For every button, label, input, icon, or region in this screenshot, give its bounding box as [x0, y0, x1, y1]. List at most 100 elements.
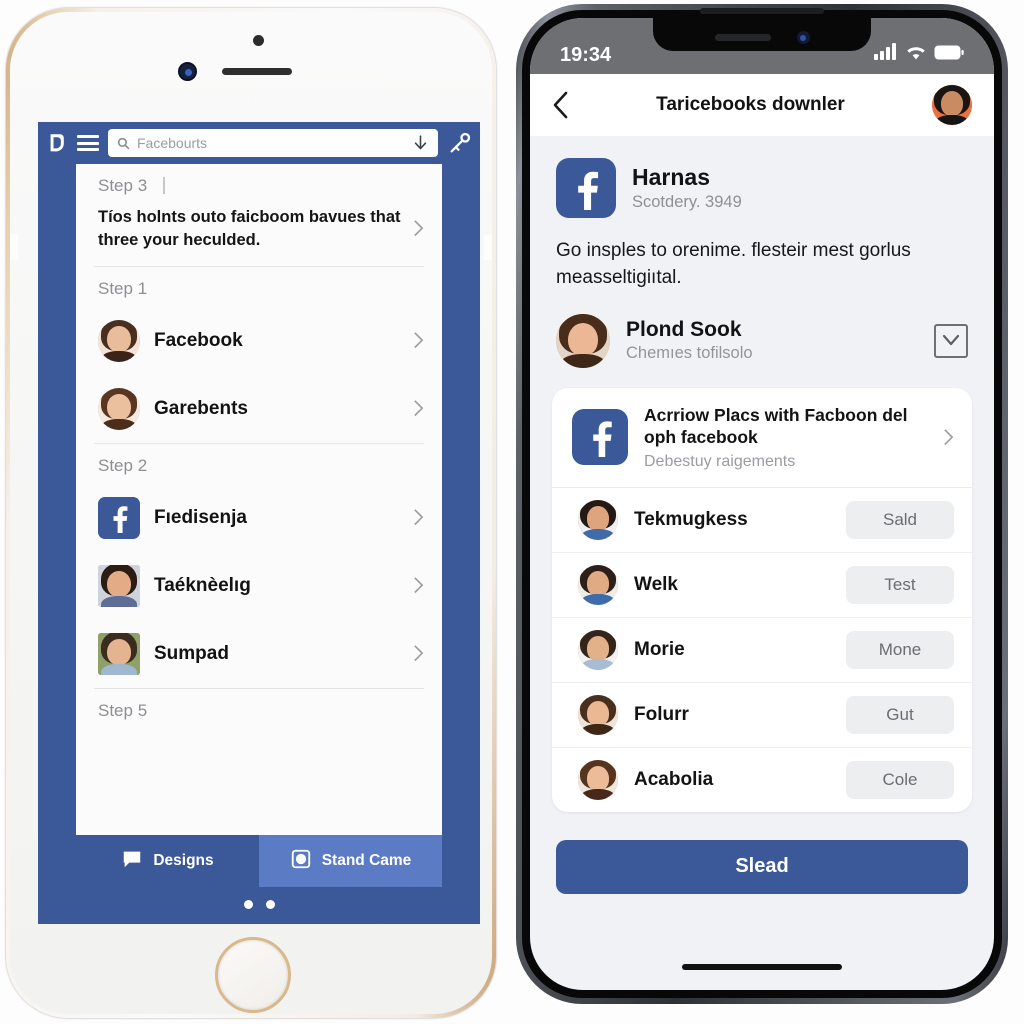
list-item-label: Garebents [154, 397, 248, 419]
right-phone-screen: 19:34 Taricebooks downler Harnas Scotder… [530, 18, 994, 990]
page-indicator-dots [38, 900, 480, 909]
chevron-left-icon[interactable] [552, 91, 569, 119]
list-item[interactable]: Sumpad [76, 620, 442, 688]
facebook-topbar: Facebourts [38, 122, 480, 164]
avatar [578, 564, 618, 605]
section-header-step-3: Step 3 [76, 164, 442, 204]
search-placeholder-text: Facebourts [137, 135, 208, 151]
row-action-button[interactable]: Mone [846, 630, 954, 669]
profile-avatar[interactable] [932, 85, 972, 125]
chevron-right-icon [413, 644, 424, 663]
facebook-content-panel: Step 3 Tíos holnts outo faicboom bavues … [76, 164, 442, 887]
left-phone-device: Facebourts Step 3 Tíos holnts outo faicb… [6, 8, 496, 1018]
row-action-button[interactable]: Sald [846, 500, 954, 539]
key-icon[interactable] [447, 131, 472, 156]
dual-phone-mockup: Facebourts Step 3 Tíos holnts outo faicb… [0, 0, 1024, 1024]
antenna-band [484, 234, 492, 260]
section-header-step-2: Step 2 [98, 455, 148, 475]
left-phone-body: Facebourts Step 3 Tíos holnts outo faicb… [10, 12, 492, 1014]
cellular-signal-icon [874, 43, 898, 65]
person-row[interactable]: Plond Sook Chemıes tofilsolo [530, 298, 994, 388]
promo-row[interactable]: Tíos holnts outo faicboom bavues that th… [76, 204, 442, 266]
chevron-right-icon [943, 428, 954, 447]
table-row[interactable]: Folurr Gut [552, 683, 972, 748]
list-item-label: Facebook [154, 329, 243, 351]
row-action-button[interactable]: Gut [846, 695, 954, 734]
table-row[interactable]: Acabolia Cole [552, 748, 972, 812]
table-row[interactable]: Tekmugkess Sald [552, 488, 972, 553]
card-header[interactable]: Acrriow Placs with Facboon del oph faceb… [552, 388, 972, 488]
earpiece-speaker [222, 68, 292, 75]
row-name: Tekmugkess [634, 508, 748, 530]
person-subtitle: Chemıes tofilsolo [626, 344, 753, 363]
earpiece-speaker [700, 8, 824, 14]
facebook-app-icon [98, 496, 140, 539]
avatar [578, 759, 618, 800]
status-indicators [874, 43, 964, 65]
home-button[interactable] [215, 937, 291, 1013]
chat-bubble-icon [121, 848, 143, 875]
search-input[interactable]: Facebourts [108, 129, 438, 157]
front-camera-icon [796, 31, 810, 44]
app-header: Harnas Scotdery. 3949 [530, 136, 994, 222]
avatar [578, 629, 618, 670]
page-dot[interactable] [243, 900, 253, 909]
list-item[interactable]: Taéknèelıg [76, 552, 442, 620]
list-item[interactable]: Garebents [76, 375, 442, 443]
download-arrow-icon[interactable] [412, 134, 429, 153]
hamburger-menu-icon[interactable] [77, 135, 99, 151]
chevron-right-icon [413, 331, 424, 350]
row-name: Folurr [634, 703, 689, 725]
primary-cta-button[interactable]: Slead [556, 839, 968, 894]
person-name: Plond Sook [626, 318, 742, 342]
avatar [98, 387, 140, 430]
row-name: Welk [634, 573, 679, 595]
chevron-right-icon [413, 399, 424, 418]
facebook-logo-icon[interactable] [46, 132, 68, 154]
section-header-step-5: Step 5 [98, 700, 148, 720]
avatar [578, 694, 618, 735]
related-app-card: Acrriow Placs with Facboon del oph faceb… [552, 387, 972, 812]
chevron-right-icon [413, 576, 424, 595]
battery-icon [934, 45, 964, 65]
status-time: 19:34 [560, 44, 612, 66]
table-row[interactable]: Welk Test [552, 553, 972, 618]
left-phone-screen: Facebourts Step 3 Tíos holnts outo faicb… [38, 122, 480, 924]
text-cursor [163, 177, 166, 194]
avatar [98, 632, 140, 675]
chevron-right-icon [413, 508, 424, 527]
promo-text: Tíos holnts outo faicboom bavues that th… [98, 208, 401, 249]
camera-shutter-icon [290, 848, 312, 875]
avatar [556, 313, 610, 368]
tab-designs[interactable]: Designs [76, 835, 259, 887]
earpiece-icon [714, 34, 771, 41]
wifi-icon [905, 43, 927, 65]
row-action-button[interactable]: Test [846, 565, 954, 604]
app-detail-content: Harnas Scotdery. 3949 Go insples to oren… [530, 136, 994, 894]
app-subtitle: Scotdery. 3949 [632, 193, 742, 211]
page-dot[interactable] [265, 900, 275, 909]
card-header-text: Acrriow Placs with Facboon del oph faceb… [644, 404, 927, 471]
list-item-label: Sumpad [154, 642, 229, 664]
list-item[interactable]: Fıedisenja [76, 484, 442, 552]
search-icon [117, 137, 130, 150]
avatar [98, 319, 140, 362]
tab-label: Stand Came [321, 852, 412, 869]
navigation-bar: Taricebooks downler [530, 74, 994, 136]
checkbox-chevron-down-icon[interactable] [934, 323, 968, 358]
section-header-step-1: Step 1 [98, 278, 148, 298]
person-meta: Plond Sook Chemıes tofilsolo [626, 318, 918, 363]
tab-label: Designs [153, 852, 214, 869]
card-subtitle: Debestuy raigements [644, 452, 796, 470]
chevron-right-icon [413, 219, 424, 238]
row-action-button[interactable]: Cole [846, 760, 954, 799]
row-name: Morie [634, 638, 685, 660]
facebook-app-icon [572, 409, 628, 466]
table-row[interactable]: Morie Mone [552, 618, 972, 683]
app-title: Harnas [632, 164, 710, 190]
home-indicator[interactable] [682, 964, 842, 970]
tab-stand-came[interactable]: Stand Came [259, 835, 442, 887]
list-item[interactable]: Facebook [76, 307, 442, 375]
bottom-tab-bar: Designs Stand Came [76, 835, 442, 887]
avatar [578, 499, 618, 540]
